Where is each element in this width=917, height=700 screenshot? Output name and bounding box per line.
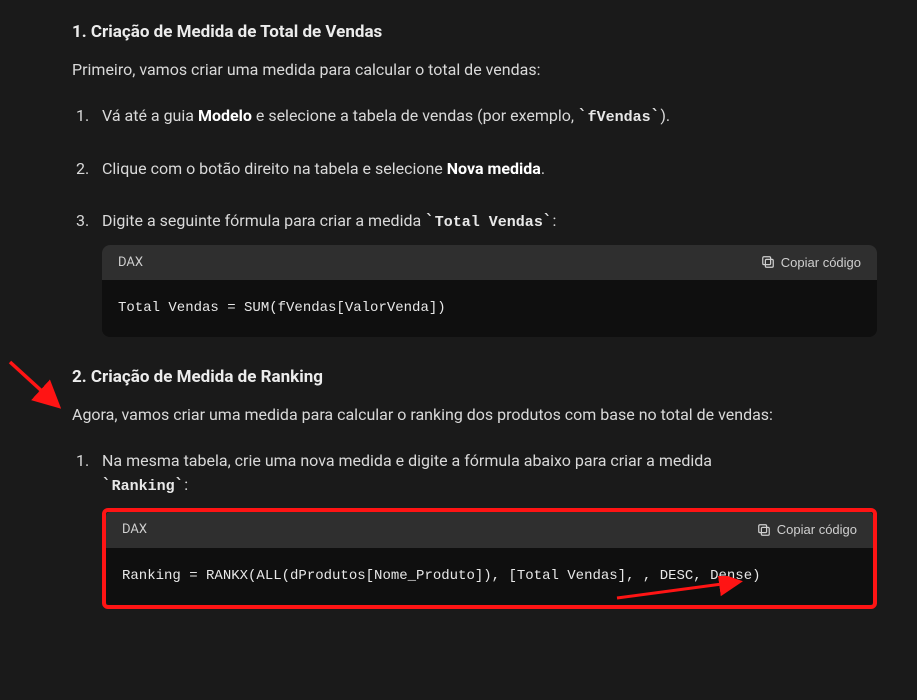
section-2-title: 2. Criação de Medida de Ranking [72,365,877,391]
copy-code-button[interactable]: Copiar código [761,255,861,270]
section-1-title: 1. Criação de Medida de Total de Vendas [72,20,877,46]
code-body: Total Vendas = SUM(fVendas[ValorVenda]) [102,280,877,337]
step-number: 1. [76,449,89,473]
inline-code: Ranking [112,478,175,495]
section-2-title-text: Criação de Medida de Ranking [91,367,323,387]
text: : [552,211,556,230]
code-header: DAX Copiar código [102,245,877,281]
code-language-label: DAX [122,520,147,540]
text: Vá até a guia [102,106,198,125]
code-block-1: DAX Copiar código Total Vendas = SUM(fVe… [102,245,877,338]
step-1: 1. Na mesma tabela, crie uma nova medida… [102,449,877,609]
backtick: ` [651,106,661,125]
code-block-2: DAX Copiar código Ranking = RANKX(ALL [106,512,873,605]
step-number: 3. [76,209,89,233]
backtick: ` [102,475,112,494]
step-3: 3. Digite a seguinte fórmula para criar … [102,209,877,337]
section-1-intro: Primeiro, vamos criar uma medida para ca… [72,58,877,82]
text: . [541,159,545,178]
bold-text: Modelo [198,106,252,125]
highlighted-code-wrapper: DAX Copiar código Ranking = RANKX(ALL [102,508,877,609]
text: Na mesma tabela, crie uma nova medida e … [102,451,712,470]
step-2: 2. Clique com o botão direito na tabela … [102,157,877,181]
section-1-steps: 1. Vá até a guia Modelo e selecione a ta… [72,104,877,338]
step-1: 1. Vá até a guia Modelo e selecione a ta… [102,104,877,130]
backtick: ` [175,475,185,494]
text: : [184,475,188,494]
step-number: 1. [76,104,89,128]
text: Clique com o botão direito na tabela e s… [102,159,447,178]
inline-code: fVendas [588,109,651,126]
backtick: ` [578,106,588,125]
inline-code: Total Vendas [435,214,543,231]
section-1-number: 1. [72,22,87,42]
copy-icon [757,523,771,537]
copy-label: Copiar código [777,522,857,537]
bold-text: Nova medida [447,159,541,178]
code-header: DAX Copiar código [106,512,873,548]
step-number: 2. [76,157,89,181]
text: e selecione a tabela de vendas (por exem… [252,106,578,125]
section-2-steps: 1. Na mesma tabela, crie uma nova medida… [72,449,877,609]
text: Digite a seguinte fórmula para criar a m… [102,211,425,230]
document-content: 1. Criação de Medida de Total de Vendas … [0,0,917,609]
code-body: Ranking = RANKX(ALL(dProdutos[Nome_Produ… [106,548,873,605]
section-1-title-text: Criação de Medida de Total de Vendas [91,22,382,42]
copy-label: Copiar código [781,255,861,270]
copy-code-button[interactable]: Copiar código [757,522,857,537]
backtick: ` [425,211,435,230]
text: ). [660,106,670,125]
code-language-label: DAX [118,253,143,273]
section-2-intro: Agora, vamos criar uma medida para calcu… [72,403,877,427]
section-2-number: 2. [72,367,87,387]
copy-icon [761,255,775,269]
